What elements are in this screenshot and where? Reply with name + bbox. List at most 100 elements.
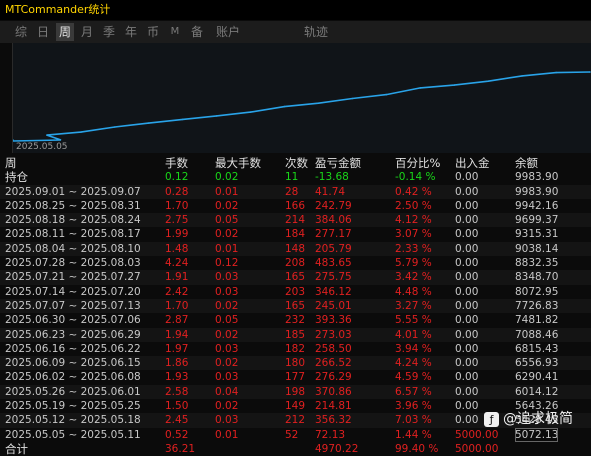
row-balance: 6290.41 <box>515 371 559 384</box>
tab-track[interactable]: 轨迹 <box>300 23 332 41</box>
table-row[interactable]: 2025.06.16 ~ 2025.06.22 1.97 0.03 182 258.50… <box>0 342 591 356</box>
row-balance: 6556.93 <box>515 357 559 370</box>
table-row[interactable]: 2025.09.01 ~ 2025.09.07 0.28 0.01 28 41.74 0.… <box>0 184 591 199</box>
row-max-lots: 0.03 <box>215 271 239 284</box>
equity-point <box>283 105 286 108</box>
row-pnl: 483.65 <box>315 257 352 270</box>
row-pnl: 258.50 <box>315 342 352 355</box>
row-max-lots: 0.01 <box>215 428 239 441</box>
row-count: 214 <box>285 214 306 227</box>
row-period: 2025.06.02 ~ 2025.06.08 <box>5 371 141 384</box>
row-flow: 0.00 <box>455 414 479 427</box>
tab-summary[interactable]: 综 <box>12 23 30 41</box>
row-balance: 9315.31 <box>515 228 559 241</box>
row-pnl: 242.79 <box>315 199 352 212</box>
tab-day[interactable]: 日 <box>34 23 52 41</box>
row-lots: 4.24 <box>165 257 189 270</box>
row-period: 2025.06.16 ~ 2025.06.22 <box>5 342 141 355</box>
tab-m[interactable]: M <box>166 23 184 41</box>
table-row[interactable]: 2025.05.26 ~ 2025.06.01 2.58 0.04 198 370.86… <box>0 384 591 400</box>
row-lots: 2.87 <box>165 314 189 327</box>
row-percent: 3.07 % <box>395 228 432 241</box>
header-max-lots: 最大手数 <box>215 156 261 170</box>
table-row[interactable]: 2025.06.30 ~ 2025.07.06 2.87 0.05 232 393.36… <box>0 313 591 327</box>
row-percent: 2.33 % <box>395 242 432 255</box>
row-balance: 8348.70 <box>515 271 559 284</box>
row-max-lots: 0.01 <box>215 242 239 255</box>
tab-quarter[interactable]: 季 <box>100 23 118 41</box>
equity-point <box>385 93 388 96</box>
row-flow: 0.00 <box>455 299 479 312</box>
row-period: 2025.08.25 ~ 2025.08.31 <box>5 199 141 212</box>
row-lots: 1.86 <box>165 357 189 370</box>
table-row[interactable]: 2025.08.18 ~ 2025.08.24 2.75 0.05 214 384.06… <box>0 213 591 228</box>
header-pnl: 盈亏金额 <box>315 156 361 170</box>
table-row[interactable]: 2025.08.04 ~ 2025.08.10 1.48 0.01 148 205.79… <box>0 241 591 257</box>
row-max-lots: 0.02 <box>215 299 239 312</box>
table-row[interactable]: 2025.07.28 ~ 2025.08.03 4.24 0.12 208 483.65… <box>0 256 591 270</box>
row-percent: 4.59 % <box>395 371 432 384</box>
equity-point <box>487 80 490 82</box>
header-balance: 余额 <box>515 156 538 170</box>
row-pnl: 72.13 <box>315 428 346 441</box>
tab-week[interactable]: 周 <box>56 23 74 41</box>
row-lots: 1.50 <box>165 400 189 413</box>
row-balance: 6815.43 <box>515 342 559 355</box>
tab-note[interactable]: 备 <box>188 23 206 41</box>
row-flow: 0.00 <box>455 371 479 384</box>
total-flow: 5000.00 <box>455 442 499 455</box>
total-pnl: 4970.22 <box>315 442 359 455</box>
row-period: 2025.08.18 ~ 2025.08.24 <box>5 214 141 227</box>
tab-month[interactable]: 月 <box>78 23 96 41</box>
row-lots: 1.91 <box>165 271 189 284</box>
table-row[interactable]: 2025.07.14 ~ 2025.07.20 2.42 0.03 203 346.12… <box>0 285 591 299</box>
watermark: ƒ @追求极简 <box>484 408 573 430</box>
equity-point <box>181 118 184 121</box>
table-row[interactable]: 2025.06.09 ~ 2025.06.15 1.86 0.02 180 266.52… <box>0 356 591 371</box>
row-max-lots: 0.05 <box>215 214 239 227</box>
table-row[interactable]: 2025.08.25 ~ 2025.08.31 1.70 0.02 166 242.79… <box>0 199 591 213</box>
row-lots: 1.48 <box>165 242 189 255</box>
row-flow: 0.00 <box>455 242 479 255</box>
row-percent: 3.42 % <box>395 271 432 284</box>
row-count: 165 <box>285 271 306 284</box>
row-balance: 6014.12 <box>515 385 559 398</box>
window-title: MTCommander统计 <box>0 0 591 20</box>
equity-chart <box>12 43 591 153</box>
row-pnl: 266.52 <box>315 357 352 370</box>
row-max-lots: 0.05 <box>215 314 239 327</box>
open-percent: -0.14 % <box>395 171 436 184</box>
row-count: 182 <box>285 342 306 355</box>
open-flow: 0.00 <box>455 171 479 184</box>
tab-year[interactable]: 年 <box>122 23 140 41</box>
row-lots: 2.58 <box>165 385 189 398</box>
row-percent: 1.44 % <box>395 428 432 441</box>
row-period: 2025.05.26 ~ 2025.06.01 <box>5 385 141 398</box>
row-count: 149 <box>285 400 306 413</box>
row-pnl: 214.81 <box>315 400 352 413</box>
row-balance: 9038.14 <box>515 242 559 255</box>
table-row[interactable]: 2025.07.21 ~ 2025.07.27 1.91 0.03 165 275.75… <box>0 270 591 285</box>
row-count: 208 <box>285 257 306 270</box>
row-pnl: 41.74 <box>315 185 346 198</box>
equity-point <box>46 134 48 136</box>
table-row[interactable]: 2025.06.02 ~ 2025.06.08 1.93 0.03 177 276.29… <box>0 370 591 384</box>
equity-point <box>114 126 116 128</box>
table-row[interactable]: 2025.06.23 ~ 2025.06.29 1.94 0.02 185 273.03… <box>0 327 591 342</box>
tab-symbol[interactable]: 币 <box>144 23 162 41</box>
row-flow: 0.00 <box>455 400 479 413</box>
table-row[interactable]: 2025.07.07 ~ 2025.07.13 1.70 0.02 165 245.01… <box>0 298 591 314</box>
row-lots: 0.52 <box>165 428 189 441</box>
row-percent: 3.96 % <box>395 400 432 413</box>
row-pnl: 276.29 <box>315 371 352 384</box>
open-positions-row[interactable]: 持仓 0.12 0.02 11 -13.68 -0.14 % 0.00 9983… <box>0 170 591 184</box>
row-period: 2025.07.14 ~ 2025.07.20 <box>5 285 141 298</box>
row-percent: 4.01 % <box>395 328 432 341</box>
watermark-text: @追求极简 <box>503 411 573 427</box>
row-period: 2025.05.12 ~ 2025.05.18 <box>5 414 141 427</box>
table-row[interactable]: 2025.08.11 ~ 2025.08.17 1.99 0.02 184 277.17… <box>0 227 591 241</box>
tab-account[interactable]: 账户 <box>212 23 244 41</box>
row-period: 2025.06.23 ~ 2025.06.29 <box>5 328 141 341</box>
row-percent: 4.48 % <box>395 285 432 298</box>
row-period: 2025.07.07 ~ 2025.07.13 <box>5 299 141 312</box>
